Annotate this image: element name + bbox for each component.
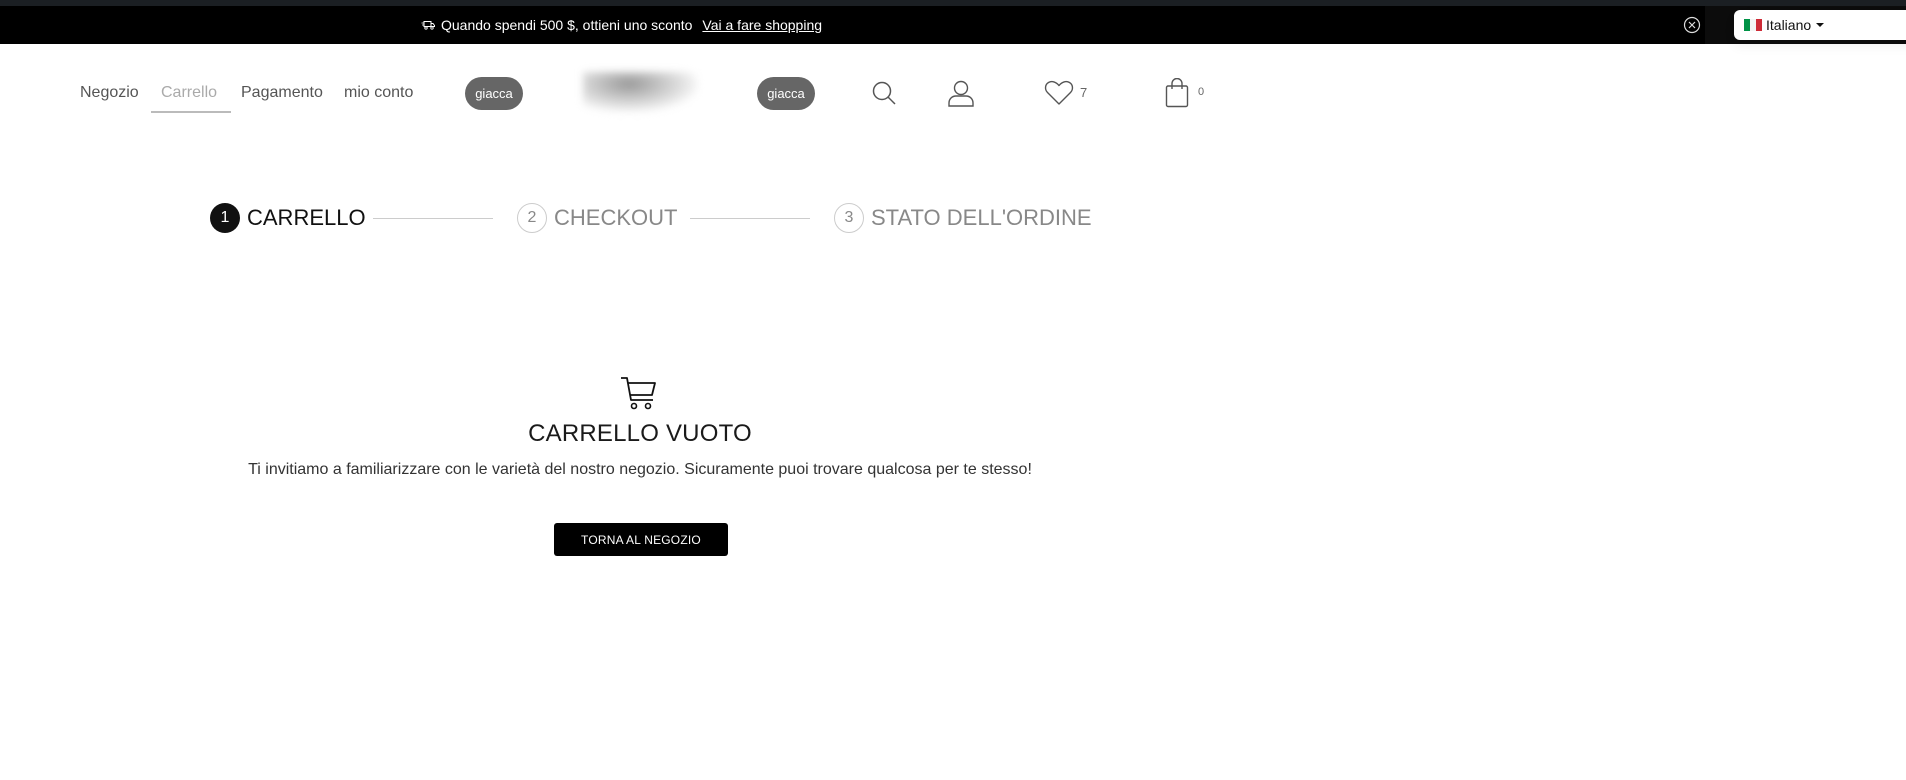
bag-button[interactable] — [1165, 77, 1189, 113]
step-3-label: STATO DELL'ORDINE — [871, 205, 1092, 230]
user-icon — [948, 80, 974, 107]
step-1-label: CARRELLO — [247, 205, 366, 230]
promo-shop-link[interactable]: Vai a fare shopping — [702, 17, 822, 33]
nav-link-carrello[interactable]: Carrello — [161, 84, 217, 102]
brand-logo[interactable] — [575, 60, 705, 126]
nav-pill-left[interactable]: giacca — [465, 77, 523, 110]
search-icon — [872, 81, 896, 105]
step-3-number: 3 — [834, 203, 864, 233]
empty-cart-message: Ti invitiamo a familiarizzare con le var… — [248, 461, 1032, 478]
wishlist-count: 7 — [1080, 85, 1088, 100]
promo-close-button[interactable] — [1683, 16, 1701, 34]
empty-cart-title: CARRELLO VUOTO — [528, 420, 752, 447]
main-nav: Negozio Carrello Pagamento mio conto gia… — [0, 60, 1300, 126]
bag-count: 0 — [1198, 86, 1205, 98]
promo-bar: Quando spendi 500 $, ottieni uno sconto … — [0, 6, 1906, 44]
caret-down-icon — [1816, 23, 1825, 27]
search-button[interactable] — [871, 80, 897, 111]
wishlist-button[interactable] — [1044, 80, 1074, 111]
checkout-stepper: 1 CARRELLO 2 CHECKOUT 3 STATO DELL'ORDIN… — [210, 203, 1110, 233]
back-to-shop-button[interactable]: TORNA AL NEGOZIO — [554, 523, 728, 556]
shopping-cart-icon — [619, 375, 659, 411]
step-1-number: 1 — [210, 203, 240, 233]
step-connector-1 — [373, 218, 493, 219]
language-selected: Italiano — [1766, 17, 1812, 33]
active-nav-underline — [151, 111, 231, 113]
promo-content: Quando spendi 500 $, ottieni uno sconto … — [421, 6, 822, 44]
nav-link-negozio[interactable]: Negozio — [80, 84, 139, 102]
nav-link-mio-conto[interactable]: mio conto — [344, 84, 413, 102]
shopping-bag-icon — [1165, 77, 1189, 108]
brand-logo-image — [583, 72, 698, 112]
account-button[interactable] — [947, 79, 975, 112]
italy-flag-icon — [1744, 19, 1762, 31]
step-2-number: 2 — [517, 203, 547, 233]
language-select[interactable]: Italiano — [1734, 10, 1906, 40]
nav-pill-right[interactable]: giacca — [757, 77, 815, 110]
promo-message: Quando spendi 500 $, ottieni uno sconto — [441, 17, 693, 33]
truck-icon — [421, 20, 435, 30]
heart-icon — [1044, 80, 1074, 105]
step-connector-2 — [690, 218, 810, 219]
close-circle-icon — [1683, 16, 1701, 34]
step-2-label: CHECKOUT — [554, 205, 678, 230]
nav-link-pagamento[interactable]: Pagamento — [241, 84, 323, 102]
